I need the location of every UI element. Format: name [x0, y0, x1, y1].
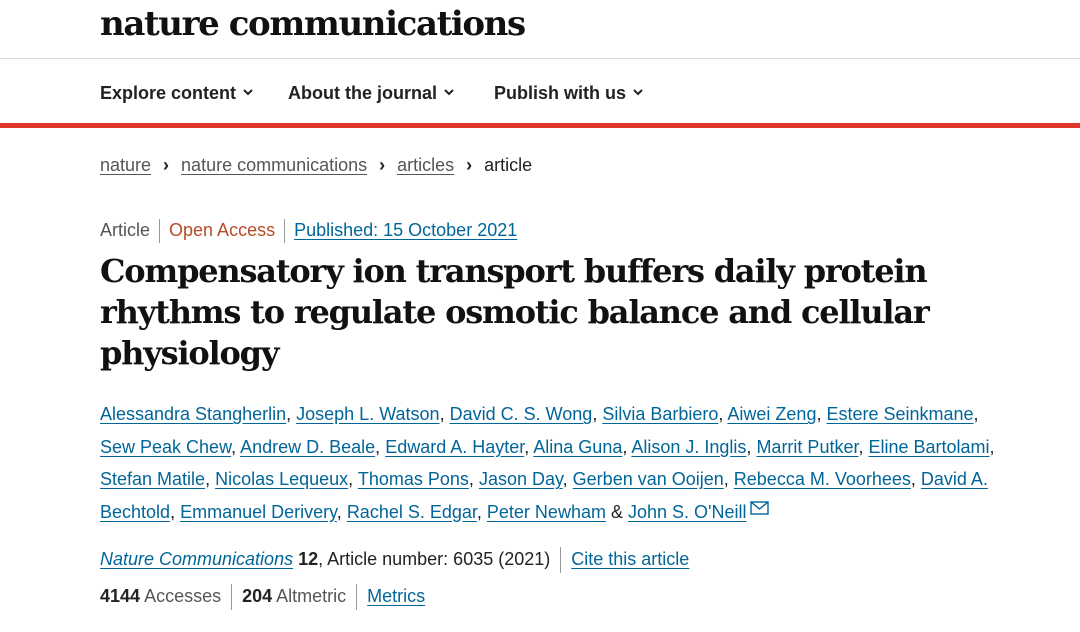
site-header: nature communications — [0, 0, 1080, 59]
metrics-link[interactable]: Metrics — [367, 586, 425, 606]
chevron-right-icon: › — [466, 155, 473, 175]
main-nav: Explore content About the journal Publis… — [0, 59, 1080, 123]
nav-publish-with-us[interactable]: Publish with us — [494, 81, 644, 105]
altmetric-label: Altmetric — [276, 586, 347, 606]
breadcrumb: nature › nature communications › articles › ar… — [100, 153, 532, 177]
journal-name-link[interactable]: Nature Communications — [100, 549, 293, 569]
breadcrumb-link-articles[interactable]: articles — [397, 155, 454, 175]
author-link[interactable]: Alessandra Stangherlin — [100, 404, 286, 424]
author-link[interactable]: Estere Seinkmane — [826, 404, 973, 424]
open-access-label: Open Access — [169, 220, 276, 240]
breadcrumb-link-nature[interactable]: nature — [100, 155, 151, 175]
journal-volume: 12 — [298, 549, 319, 569]
author-link[interactable]: Rebecca M. Voorhees — [734, 469, 911, 489]
author-link[interactable]: Joseph L. Watson — [296, 404, 439, 424]
chevron-right-icon: › — [379, 155, 386, 175]
article-meta: Article Open Access Published: 15 October … — [100, 218, 517, 244]
nav-item-label: About the journal — [288, 83, 437, 103]
nav-item-label: Publish with us — [494, 83, 627, 103]
author-link[interactable]: Emmanuel Derivery — [180, 502, 337, 522]
author-link[interactable]: Marrit Putker — [756, 437, 858, 457]
author-joiner: & — [610, 501, 623, 522]
author-link[interactable]: Rachel S. Edgar — [347, 502, 477, 522]
article-title: Compensatory ion transport buffers daily… — [100, 252, 930, 372]
author-link[interactable]: Peter Newham — [487, 502, 606, 522]
chevron-down-icon — [633, 89, 643, 96]
accesses-count: 4144 — [100, 586, 141, 606]
altmetric-score: 204 — [242, 586, 273, 606]
nav-explore-content[interactable]: Explore content — [100, 81, 254, 105]
divider — [231, 584, 233, 611]
journal-volume-text: 12, Article number: 6035 (2021) — [298, 549, 550, 569]
author-link[interactable]: Edward A. Hayter — [385, 437, 524, 457]
article-type: Article — [100, 220, 151, 240]
journal-citation: Nature Communications 12, Article number… — [100, 547, 689, 574]
accesses-label: Accesses — [144, 586, 222, 606]
chevron-down-icon — [243, 89, 253, 96]
breadcrumb-current: article — [484, 155, 533, 175]
author-link[interactable]: Alison J. Inglis — [631, 437, 746, 457]
author-list: Alessandra Stangherlin, Joseph L. Watson… — [100, 404, 995, 522]
author-link[interactable]: Alina Guna — [533, 437, 622, 457]
author-link[interactable]: Sew Peak Chew — [100, 437, 231, 457]
author-link[interactable]: Thomas Pons — [358, 469, 469, 489]
author-link[interactable]: Jason Day — [479, 469, 563, 489]
author-link[interactable]: Silvia Barbiero — [602, 404, 718, 424]
article-stats: 4144 Accesses 204 Altmetric Metrics — [100, 584, 425, 611]
divider — [356, 584, 358, 611]
email-icon[interactable] — [749, 500, 769, 515]
author-link[interactable]: Nicolas Lequeux — [215, 469, 348, 489]
divider — [159, 219, 161, 244]
author-link[interactable]: Stefan Matile — [100, 469, 205, 489]
chevron-down-icon — [444, 89, 454, 96]
article-number: , Article number: 6035 (2021) — [318, 549, 551, 569]
author-link[interactable]: John S. O'Neill — [628, 502, 747, 522]
divider — [560, 547, 562, 574]
accent-bar — [0, 123, 1080, 128]
site-logo[interactable]: nature communications — [100, 2, 526, 46]
published-date-link[interactable]: Published: 15 October 2021 — [294, 220, 517, 240]
author-link[interactable]: Aiwei Zeng — [727, 404, 816, 424]
cite-this-article-link[interactable]: Cite this article — [571, 549, 689, 569]
author-link[interactable]: Andrew D. Beale — [240, 437, 375, 457]
author-link[interactable]: Eline Bartolami — [868, 437, 989, 457]
nav-item-label: Explore content — [100, 83, 237, 103]
divider — [284, 219, 286, 244]
author-link[interactable]: Gerben van Ooijen — [573, 469, 724, 489]
breadcrumb-link-nature-communications[interactable]: nature communications — [181, 155, 367, 175]
nav-about-the-journal[interactable]: About the journal — [288, 81, 455, 105]
chevron-right-icon: › — [163, 155, 170, 175]
author-link[interactable]: David C. S. Wong — [450, 404, 593, 424]
